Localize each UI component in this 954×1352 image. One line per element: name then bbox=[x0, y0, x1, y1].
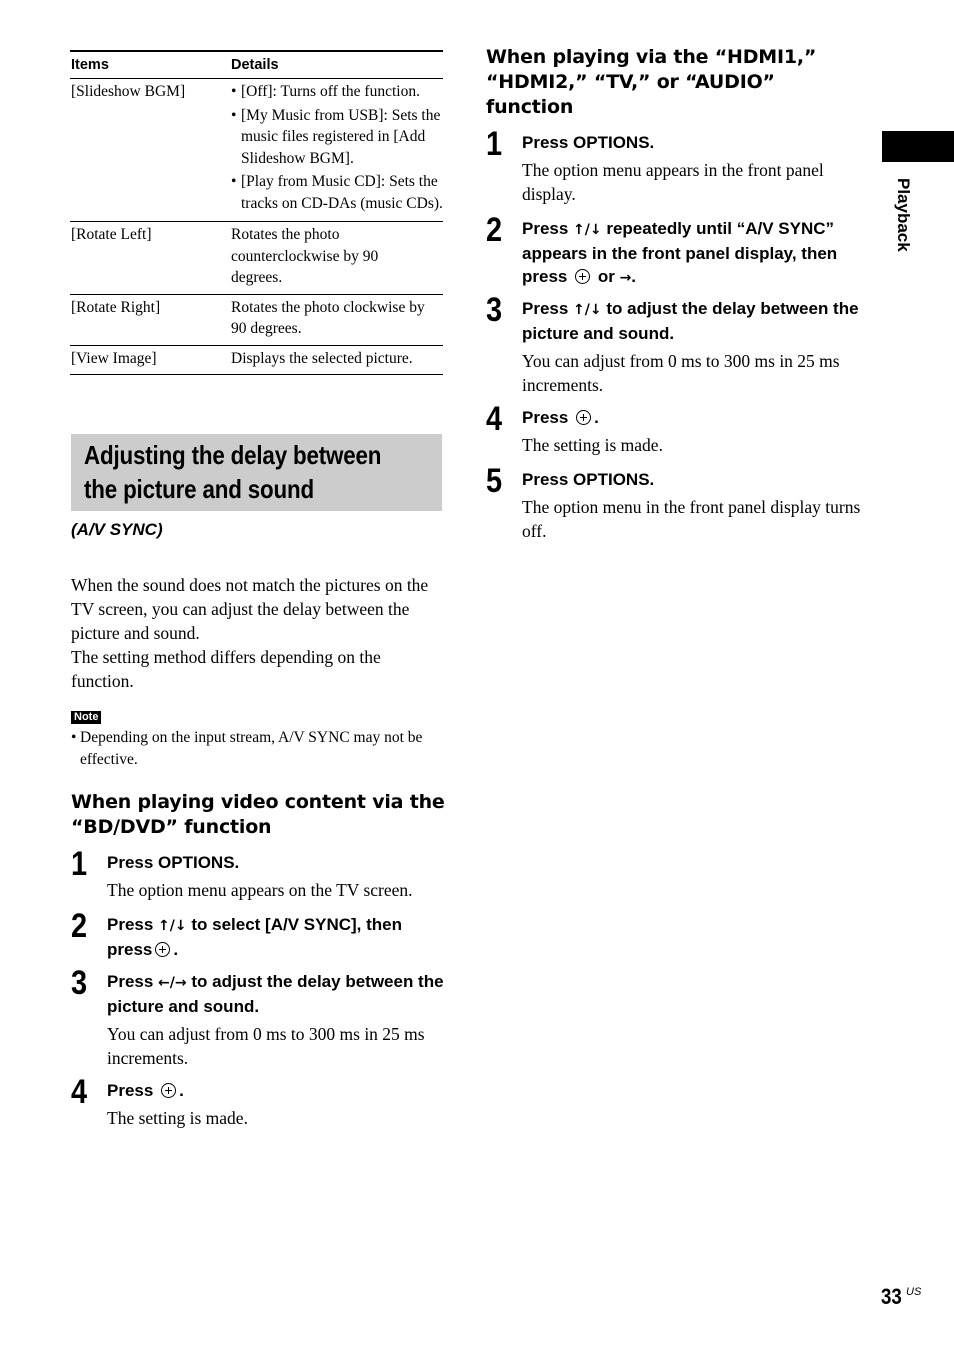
bd-dvd-heading: When playing video content via the “BD/D… bbox=[71, 791, 445, 838]
step-instruction: Press OPTIONS. bbox=[522, 470, 655, 489]
step-instruction: Press ↑/↓ to adjust the delay between th… bbox=[522, 297, 866, 345]
row-item: [Slideshow BGM] bbox=[71, 83, 186, 100]
bd-step-2: 2 Press ↑/↓ to select [A/V SYNC], then p… bbox=[71, 909, 451, 961]
table-header: Items Details bbox=[70, 50, 443, 79]
row-detail: [Off]: Turns off the function. [My Music… bbox=[231, 81, 443, 216]
step-description: The option menu appears on the TV screen… bbox=[107, 880, 413, 900]
row-item: [Rotate Right] bbox=[71, 298, 161, 316]
step-number: 3 bbox=[486, 291, 503, 329]
up-down-arrow-icon: ↑/↓ bbox=[573, 302, 602, 318]
step-instruction: Press ↑/↓ repeatedly until “A/V SYNC” ap… bbox=[522, 217, 866, 290]
enter-button-icon bbox=[161, 1083, 177, 1098]
step-description: The option menu in the front panel displ… bbox=[522, 497, 861, 541]
step-instruction: Press . bbox=[522, 406, 866, 429]
hdmi-step-4: 4 Press . The setting is made. bbox=[486, 402, 866, 457]
items-details-table: Items Details [Slideshow BGM] [Off]: Tur… bbox=[70, 50, 443, 375]
step-number: 4 bbox=[71, 1073, 88, 1111]
step-number: 2 bbox=[486, 211, 503, 249]
row-detail: Rotates the photo clockwise by 90 degree… bbox=[231, 298, 425, 338]
step-number: 2 bbox=[71, 907, 88, 945]
step-number: 3 bbox=[71, 964, 88, 1002]
text: Press bbox=[522, 408, 569, 427]
table-row: [View Image] Displays the selected pictu… bbox=[70, 346, 443, 375]
step-description: The option menu appears in the front pan… bbox=[522, 160, 824, 204]
page-region: US bbox=[906, 1286, 922, 1298]
step-description: The setting is made. bbox=[107, 1108, 248, 1128]
text: Press bbox=[107, 915, 159, 934]
section-title-line1: Adjusting the delay between bbox=[84, 440, 382, 470]
section-title: Adjusting the delay between the picture … bbox=[84, 438, 445, 506]
bd-step-3: 3 Press ←/→ to adjust the delay between … bbox=[71, 966, 451, 1070]
table-row: [Rotate Left] Rotates the photo counterc… bbox=[70, 222, 443, 295]
step-description: You can adjust from 0 ms to 300 ms in 25… bbox=[522, 351, 840, 395]
left-right-arrow-icon: ←/→ bbox=[158, 975, 187, 991]
header-details: Details bbox=[231, 57, 279, 73]
step-number: 4 bbox=[486, 400, 503, 438]
step-number: 1 bbox=[486, 125, 503, 163]
hdmi-step-5: 5 Press OPTIONS. The option menu in the … bbox=[486, 464, 861, 543]
text: or bbox=[593, 267, 620, 286]
step-description: You can adjust from 0 ms to 300 ms in 25… bbox=[107, 1024, 425, 1068]
row-item: [Rotate Left] bbox=[71, 226, 152, 243]
text: Press bbox=[107, 1081, 154, 1100]
hdmi-heading: When playing via the “HDMI1,” “HDMI2,” “… bbox=[486, 46, 817, 118]
text: . bbox=[631, 267, 637, 286]
section-heading-box: Adjusting the delay between the picture … bbox=[71, 434, 442, 511]
table-row: [Slideshow BGM] [Off]: Turns off the fun… bbox=[70, 79, 443, 222]
bullet-item: [My Music from USB]: Sets the music file… bbox=[231, 105, 443, 170]
step-number: 5 bbox=[486, 462, 503, 500]
right-arrow-icon: → bbox=[619, 270, 632, 286]
enter-button-icon bbox=[576, 410, 592, 425]
hdmi-step-3: 3 Press ↑/↓ to adjust the delay between … bbox=[486, 293, 866, 397]
row-detail: Displays the selected picture. bbox=[231, 349, 413, 367]
intro-paragraph-2: The setting method differs depending on … bbox=[71, 647, 381, 691]
step-instruction: Press ←/→ to adjust the delay between th… bbox=[107, 970, 451, 1018]
bd-step-1: 1 Press OPTIONS. The option menu appears… bbox=[71, 847, 451, 902]
text: Press bbox=[522, 219, 574, 238]
text: Press bbox=[522, 299, 574, 318]
note-text: Depending on the input stream, A/V SYNC … bbox=[71, 727, 446, 771]
section-tab-label: Playback bbox=[894, 178, 913, 252]
page-number: 33 bbox=[881, 1284, 902, 1309]
section-tab-marker bbox=[882, 131, 954, 162]
step-instruction: Press OPTIONS. bbox=[107, 853, 240, 872]
section-title-line2: the picture and sound bbox=[84, 474, 314, 504]
intro-paragraph: When the sound does not match the pictur… bbox=[71, 575, 429, 643]
up-down-arrow-icon: ↑/↓ bbox=[573, 222, 602, 238]
enter-button-icon bbox=[155, 942, 171, 957]
enter-button-icon bbox=[575, 269, 591, 284]
hdmi-step-2: 2 Press ↑/↓ repeatedly until “A/V SYNC” … bbox=[486, 213, 866, 290]
table-row: [Rotate Right] Rotates the photo clockwi… bbox=[70, 295, 443, 346]
bd-step-4: 4 Press . The setting is made. bbox=[71, 1075, 451, 1130]
text: Press bbox=[107, 972, 159, 991]
step-instruction: Press ↑/↓ to select [A/V SYNC], then pre… bbox=[107, 913, 451, 961]
step-description: The setting is made. bbox=[522, 435, 663, 455]
up-down-arrow-icon: ↑/↓ bbox=[158, 918, 187, 934]
section-subtitle: (A/V SYNC) bbox=[71, 520, 163, 539]
hdmi-step-1: 1 Press OPTIONS. The option menu appears… bbox=[486, 127, 861, 206]
text: . bbox=[594, 408, 599, 427]
row-item: [View Image] bbox=[71, 349, 157, 367]
row-detail: Rotates the photo counterclockwise by 90… bbox=[231, 226, 379, 286]
header-items: Items bbox=[71, 57, 109, 73]
step-instruction: Press . bbox=[107, 1079, 451, 1102]
text: . bbox=[179, 1081, 184, 1100]
step-instruction: Press OPTIONS. bbox=[522, 133, 655, 152]
bullet-item: [Play from Music CD]: Sets the tracks on… bbox=[231, 171, 443, 214]
step-number: 1 bbox=[71, 845, 88, 883]
note-badge: Note bbox=[71, 711, 102, 724]
bullet-item: [Off]: Turns off the function. bbox=[231, 81, 443, 103]
text: . bbox=[173, 940, 179, 959]
